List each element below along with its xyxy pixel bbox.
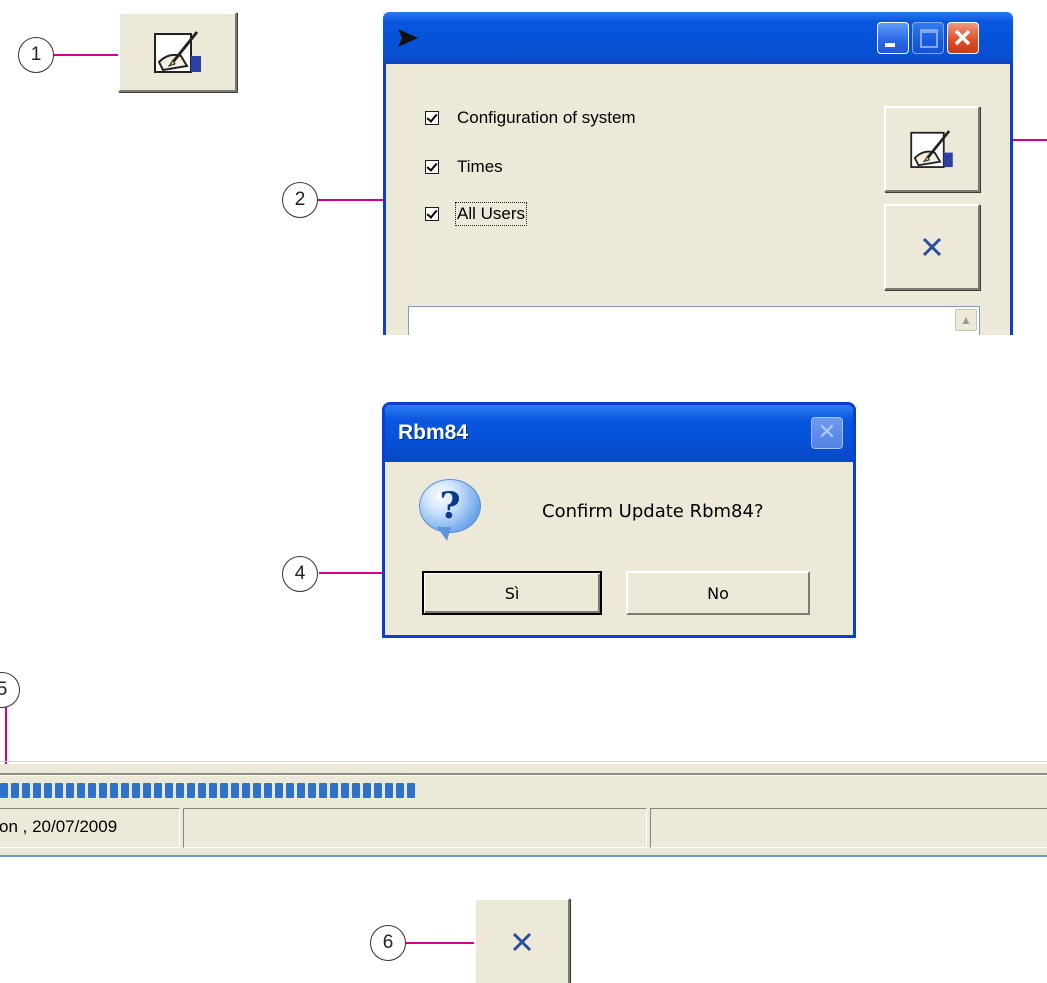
progress-segment bbox=[110, 783, 118, 798]
cancel-button[interactable] bbox=[884, 204, 980, 290]
progress-segment bbox=[330, 783, 338, 798]
write-icon bbox=[153, 31, 201, 73]
progress-segment bbox=[165, 783, 173, 798]
progress-segment bbox=[77, 783, 85, 798]
status-bottom-border bbox=[0, 855, 1047, 857]
close-button[interactable] bbox=[947, 22, 979, 54]
status-panel-date: on , 20/07/2009 bbox=[0, 808, 180, 848]
progress-segment bbox=[374, 783, 382, 798]
progress-segment bbox=[407, 783, 415, 798]
progress-segment bbox=[143, 783, 151, 798]
minimize-icon bbox=[885, 43, 895, 47]
status-panel-2 bbox=[183, 808, 647, 848]
yes-button-label: Sì bbox=[504, 583, 520, 603]
write-icon bbox=[910, 130, 953, 168]
chevron-up-icon: ▲ bbox=[960, 313, 972, 327]
cancel-button-standalone[interactable] bbox=[474, 898, 570, 983]
progress-segment bbox=[209, 783, 217, 798]
progress-segment bbox=[44, 783, 52, 798]
confirm-message: Confirm Update Rbm84? bbox=[542, 501, 764, 522]
checkbox-box[interactable] bbox=[425, 207, 439, 221]
confirm-titlebar: Rbm84 ✕ bbox=[385, 405, 853, 462]
progress-segment bbox=[275, 783, 283, 798]
progress-segment bbox=[363, 783, 371, 798]
scroll-up-button[interactable]: ▲ bbox=[955, 309, 977, 331]
no-button[interactable]: No bbox=[626, 571, 810, 615]
progress-segment bbox=[385, 783, 393, 798]
progress-segment bbox=[341, 783, 349, 798]
checkbox-label: Times bbox=[457, 157, 503, 176]
write-button-standalone[interactable] bbox=[118, 12, 237, 92]
no-button-label: No bbox=[707, 583, 729, 603]
checkbox-times[interactable]: Times bbox=[425, 157, 503, 177]
log-textarea[interactable]: ▲ bbox=[408, 306, 980, 335]
cancel-x-icon bbox=[512, 932, 532, 951]
dialog-title: Rbm84 bbox=[398, 421, 469, 444]
progress-segment bbox=[396, 783, 404, 798]
progress-segment bbox=[220, 783, 228, 798]
progress-segment bbox=[99, 783, 107, 798]
progress-segment bbox=[154, 783, 162, 798]
progress-segment bbox=[11, 783, 19, 798]
status-top-border bbox=[0, 761, 1047, 762]
maximize-icon bbox=[920, 29, 938, 48]
close-icon bbox=[954, 29, 971, 46]
progress-segment bbox=[286, 783, 294, 798]
export-dialog: Configuration of system Times All Users … bbox=[383, 12, 1013, 335]
confirm-dialog: Rbm84 ✕ ? Confirm Update Rbm84? Sì No bbox=[382, 402, 856, 638]
checkbox-configuration[interactable]: Configuration of system bbox=[425, 108, 636, 128]
progress-segment bbox=[33, 783, 41, 798]
callout-5: 5 bbox=[0, 672, 20, 708]
progress-segment bbox=[66, 783, 74, 798]
progress-segment bbox=[198, 783, 206, 798]
progress-segment bbox=[297, 783, 305, 798]
checkbox-label: Configuration of system bbox=[457, 108, 636, 127]
yes-button[interactable]: Sì bbox=[422, 571, 602, 615]
progress-segment bbox=[308, 783, 316, 798]
progress-segment bbox=[176, 783, 184, 798]
progress-segment bbox=[231, 783, 239, 798]
callout-1: 1 bbox=[18, 37, 54, 73]
dialog-titlebar bbox=[383, 12, 1013, 64]
progress-segment bbox=[132, 783, 140, 798]
cancel-x-icon bbox=[922, 237, 942, 257]
close-icon: ✕ bbox=[817, 419, 837, 444]
progress-segment bbox=[0, 783, 8, 798]
minimize-button[interactable] bbox=[877, 22, 909, 54]
app-arrow-icon bbox=[398, 29, 418, 47]
progress-segment bbox=[319, 783, 327, 798]
progress-segment bbox=[55, 783, 63, 798]
checkbox-box[interactable] bbox=[425, 111, 439, 125]
progress-segment bbox=[352, 783, 360, 798]
status-separator bbox=[0, 773, 1047, 776]
checkbox-label: All Users bbox=[454, 202, 528, 226]
progress-segment bbox=[253, 783, 261, 798]
progress-segment bbox=[187, 783, 195, 798]
checkbox-box[interactable] bbox=[425, 160, 439, 174]
progress-segment bbox=[88, 783, 96, 798]
checkbox-all-users[interactable]: All Users bbox=[425, 202, 528, 226]
maximize-button bbox=[912, 22, 944, 54]
status-panel-3 bbox=[650, 808, 1047, 848]
progress-segment bbox=[121, 783, 129, 798]
progress-segment bbox=[22, 783, 30, 798]
callout-4: 4 bbox=[282, 556, 318, 592]
question-icon: ? bbox=[419, 479, 481, 533]
write-button[interactable] bbox=[884, 106, 980, 192]
close-button-disabled: ✕ bbox=[811, 417, 843, 449]
progress-segment bbox=[242, 783, 250, 798]
callout-6: 6 bbox=[370, 925, 406, 961]
question-icon-tail bbox=[437, 527, 451, 541]
progress-bar bbox=[0, 783, 415, 798]
progress-segment bbox=[264, 783, 272, 798]
callout-2: 2 bbox=[282, 182, 318, 218]
